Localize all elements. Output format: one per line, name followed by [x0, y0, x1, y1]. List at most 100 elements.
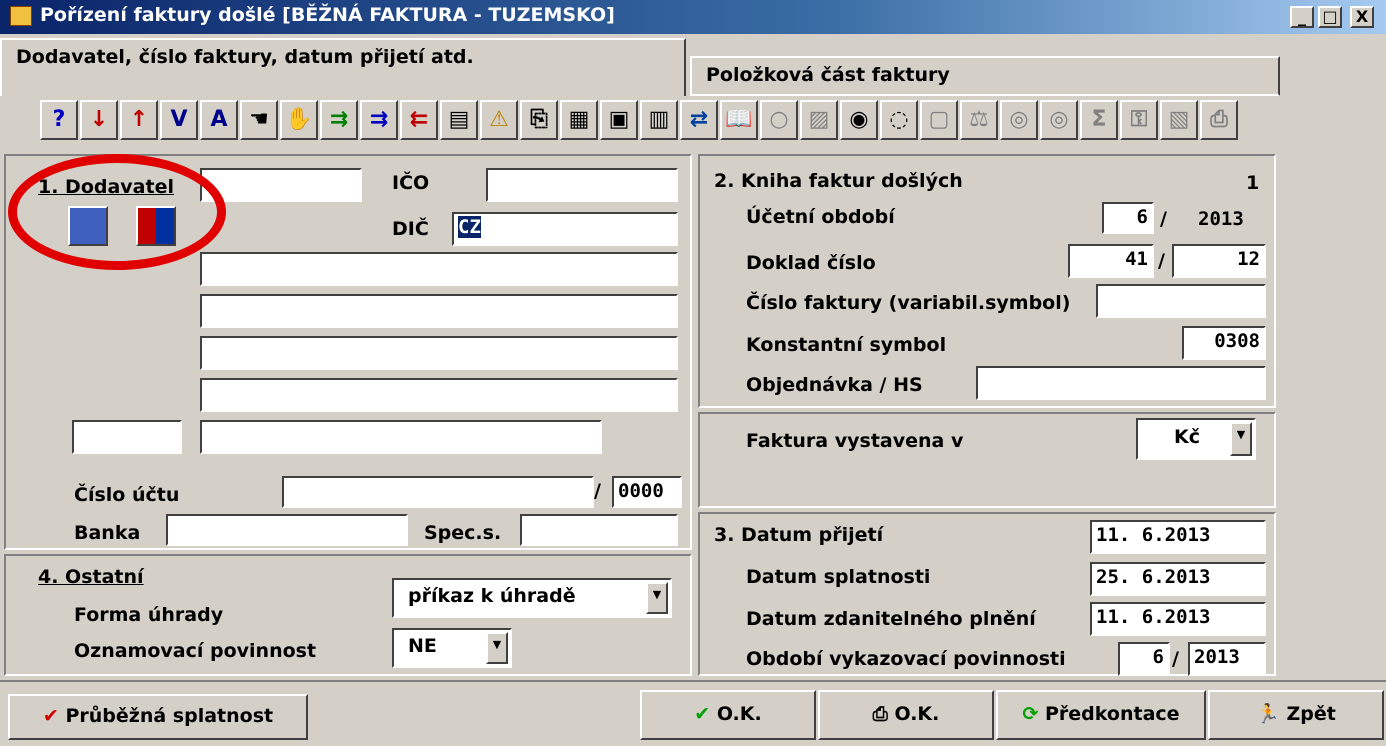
bank-code-value: 0000 [618, 480, 664, 502]
delete-row-icon[interactable]: ⇇ [400, 100, 438, 140]
precontace-label: Předkontace [1045, 703, 1180, 725]
chart-icon: ▨ [800, 100, 838, 140]
key-icon: ⚿ [1120, 100, 1158, 140]
received-date-field[interactable]: 11. 6.2013 [1090, 520, 1266, 554]
supplier-extra-field[interactable] [200, 378, 678, 412]
sum-icon: Σ [1080, 100, 1118, 140]
period-month-field[interactable]: 6 [1102, 202, 1154, 234]
payment-value: příkaz k úhradě [408, 585, 576, 607]
order-field[interactable] [976, 366, 1266, 400]
arrow-up-icon[interactable]: ↑ [120, 100, 158, 140]
currency-select[interactable]: Kč ▼ [1136, 418, 1256, 460]
chevron-down-icon[interactable]: ▼ [1230, 422, 1252, 456]
notify-select[interactable]: NE ▼ [392, 628, 512, 668]
hand-point-icon[interactable]: ☚ [240, 100, 278, 140]
chevron-down-icon[interactable]: ▼ [646, 582, 668, 614]
period-month-value: 6 [1136, 206, 1148, 228]
warning-icon[interactable]: ⚠ [480, 100, 518, 140]
back-button[interactable]: 🏃 Zpět [1208, 690, 1384, 740]
doc-separator: / [1158, 250, 1165, 272]
supplier-code-field[interactable] [200, 168, 362, 202]
form-icon[interactable]: ▣ [600, 100, 638, 140]
currency-label: Faktura vystavena v [746, 430, 964, 452]
spec-field[interactable] [520, 514, 678, 546]
country-field[interactable] [200, 420, 602, 454]
bank-field[interactable] [166, 514, 408, 546]
ico-label: IČO [392, 172, 430, 194]
report-year-field[interactable]: 2013 [1188, 642, 1266, 676]
calculator-icon[interactable]: ▦ [560, 100, 598, 140]
arrow-down-icon[interactable]: ↓ [80, 100, 118, 140]
report-month-field[interactable]: 6 [1118, 642, 1170, 676]
print-ok-label: O.K. [894, 703, 940, 725]
constant-symbol-field[interactable]: 0308 [1182, 326, 1266, 360]
maximize-button[interactable]: □ [1318, 6, 1342, 28]
check-icon: ✔ [42, 705, 59, 727]
divider [0, 680, 1386, 682]
payment-select[interactable]: příkaz k úhradě ▼ [392, 578, 672, 618]
transfer-icon[interactable]: ⇄ [680, 100, 718, 140]
supplier-street-field[interactable] [200, 294, 678, 328]
globe-icon[interactable]: ◌ [880, 100, 918, 140]
highlight-circle [8, 154, 226, 270]
notify-value: NE [408, 635, 437, 657]
tab-items[interactable]: Položková část faktury [690, 56, 1280, 96]
edit-row-icon[interactable]: ⇉ [360, 100, 398, 140]
app-icon [10, 6, 32, 26]
period-separator: / [1160, 208, 1167, 230]
book-number: 1 [1246, 172, 1260, 194]
report-year-value: 2013 [1194, 646, 1240, 668]
report-separator: / [1172, 648, 1179, 670]
currency-value: Kč [1174, 426, 1200, 448]
close-button[interactable]: X [1350, 6, 1374, 28]
chevron-down-icon[interactable]: ▼ [486, 632, 508, 664]
bank-code-field[interactable]: 0000 [612, 476, 682, 508]
dic-value: CZ [458, 216, 481, 238]
insert-row-icon[interactable]: ⇉ [320, 100, 358, 140]
supplier-city-field[interactable] [200, 336, 678, 370]
doc-series-field[interactable]: 12 [1172, 244, 1266, 278]
running-due-button[interactable]: ✔ Průběžná splatnost [8, 694, 308, 740]
book-icon[interactable]: 📖 [720, 100, 758, 140]
tab-supplier[interactable]: Dodavatel, číslo faktury, datum přijetí … [0, 38, 686, 96]
doc-number-field[interactable]: 41 [1068, 244, 1154, 278]
supplier-name-field[interactable] [200, 252, 678, 286]
spec-label: Spec.s. [424, 522, 502, 544]
payment-label: Forma úhrady [74, 604, 224, 626]
notify-label: Oznamovací povinnost [74, 640, 317, 662]
invoice-number-field[interactable] [1096, 284, 1266, 318]
other-heading: 4. Ostatní [38, 566, 144, 588]
doc-label: Doklad číslo [746, 252, 876, 274]
dic-field[interactable]: CZ [452, 212, 678, 246]
print-ok-button[interactable]: ⎙ O.K. [818, 690, 994, 740]
due-date-value: 25. 6.2013 [1096, 566, 1211, 588]
edit-disabled-icon: ▢ [920, 100, 958, 140]
ok-button[interactable]: ✔ O.K. [640, 690, 816, 740]
book-heading: 2. Kniha faktur došlých [714, 170, 963, 192]
notebook-icon[interactable]: ▤ [440, 100, 478, 140]
scale-icon: ⚖ [960, 100, 998, 140]
ico-field[interactable] [486, 168, 678, 202]
tax-date-field[interactable]: 11. 6.2013 [1090, 602, 1266, 636]
received-date-value: 11. 6.2013 [1096, 524, 1211, 546]
copy-icon[interactable]: ⎘ [520, 100, 558, 140]
window-title: Pořízení faktury došlé [BĚŽNÁ FAKTURA - … [40, 4, 615, 26]
account-field[interactable] [282, 476, 594, 508]
doc-number-value: 41 [1125, 248, 1148, 270]
running-due-label: Průběžná splatnost [65, 705, 274, 727]
period-label: Účetní období [746, 206, 895, 228]
due-date-field[interactable]: 25. 6.2013 [1090, 562, 1266, 596]
document-icon[interactable]: ▥ [640, 100, 678, 140]
hand-icon[interactable]: ✋ [280, 100, 318, 140]
help-icon[interactable]: ? [40, 100, 78, 140]
minimize-button[interactable]: _ [1290, 6, 1314, 28]
first-record-icon[interactable]: V [160, 100, 198, 140]
zip-field[interactable] [72, 420, 182, 454]
account-label: Číslo účtu [74, 484, 180, 506]
last-record-icon[interactable]: A [200, 100, 238, 140]
constant-symbol-label: Konstantní symbol [746, 334, 947, 356]
target-icon[interactable]: ◉ [840, 100, 878, 140]
period-year: 2013 [1198, 208, 1244, 230]
bank-label: Banka [74, 522, 141, 544]
precontace-button[interactable]: ⟳ Předkontace [996, 690, 1206, 740]
